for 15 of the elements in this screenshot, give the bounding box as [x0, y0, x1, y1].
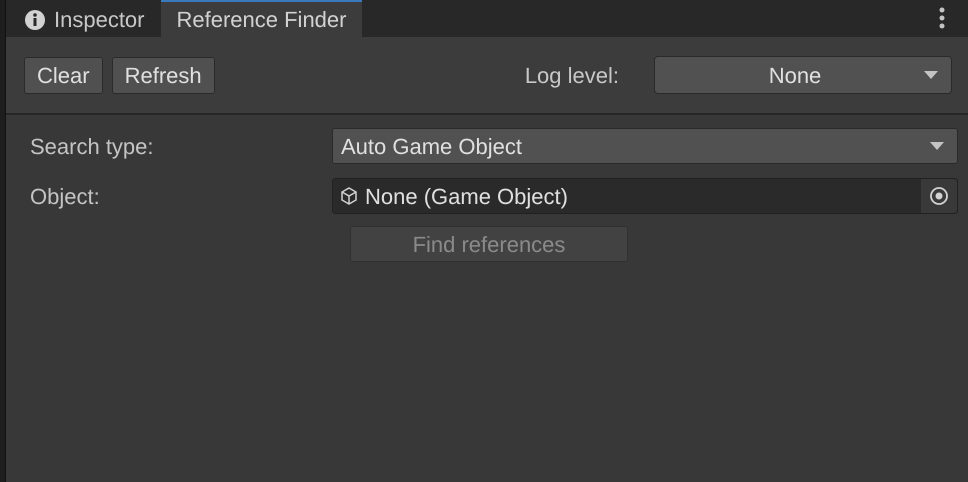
log-level-dropdown[interactable]: None — [654, 56, 952, 94]
cube-icon — [339, 186, 359, 206]
field-label: Search type: — [30, 132, 155, 161]
dropdown-arrow-icon — [923, 70, 939, 80]
object-picker-icon[interactable] — [929, 186, 949, 206]
info-icon — [24, 8, 46, 30]
log-level-label: Log level: — [524, 62, 619, 90]
tab[interactable]: Reference Finder — [160, 0, 362, 37]
field-label: Object: — [30, 182, 101, 211]
search-type-dropdown[interactable]: Auto Game Object — [332, 128, 958, 164]
toolbar-button[interactable]: Refresh — [112, 56, 215, 94]
dropdown-arrow-icon — [929, 141, 945, 151]
object-field[interactable]: None (Game Object) — [332, 178, 958, 214]
more-options-icon[interactable] — [938, 7, 946, 29]
toolbar-button[interactable]: Clear — [24, 56, 103, 94]
